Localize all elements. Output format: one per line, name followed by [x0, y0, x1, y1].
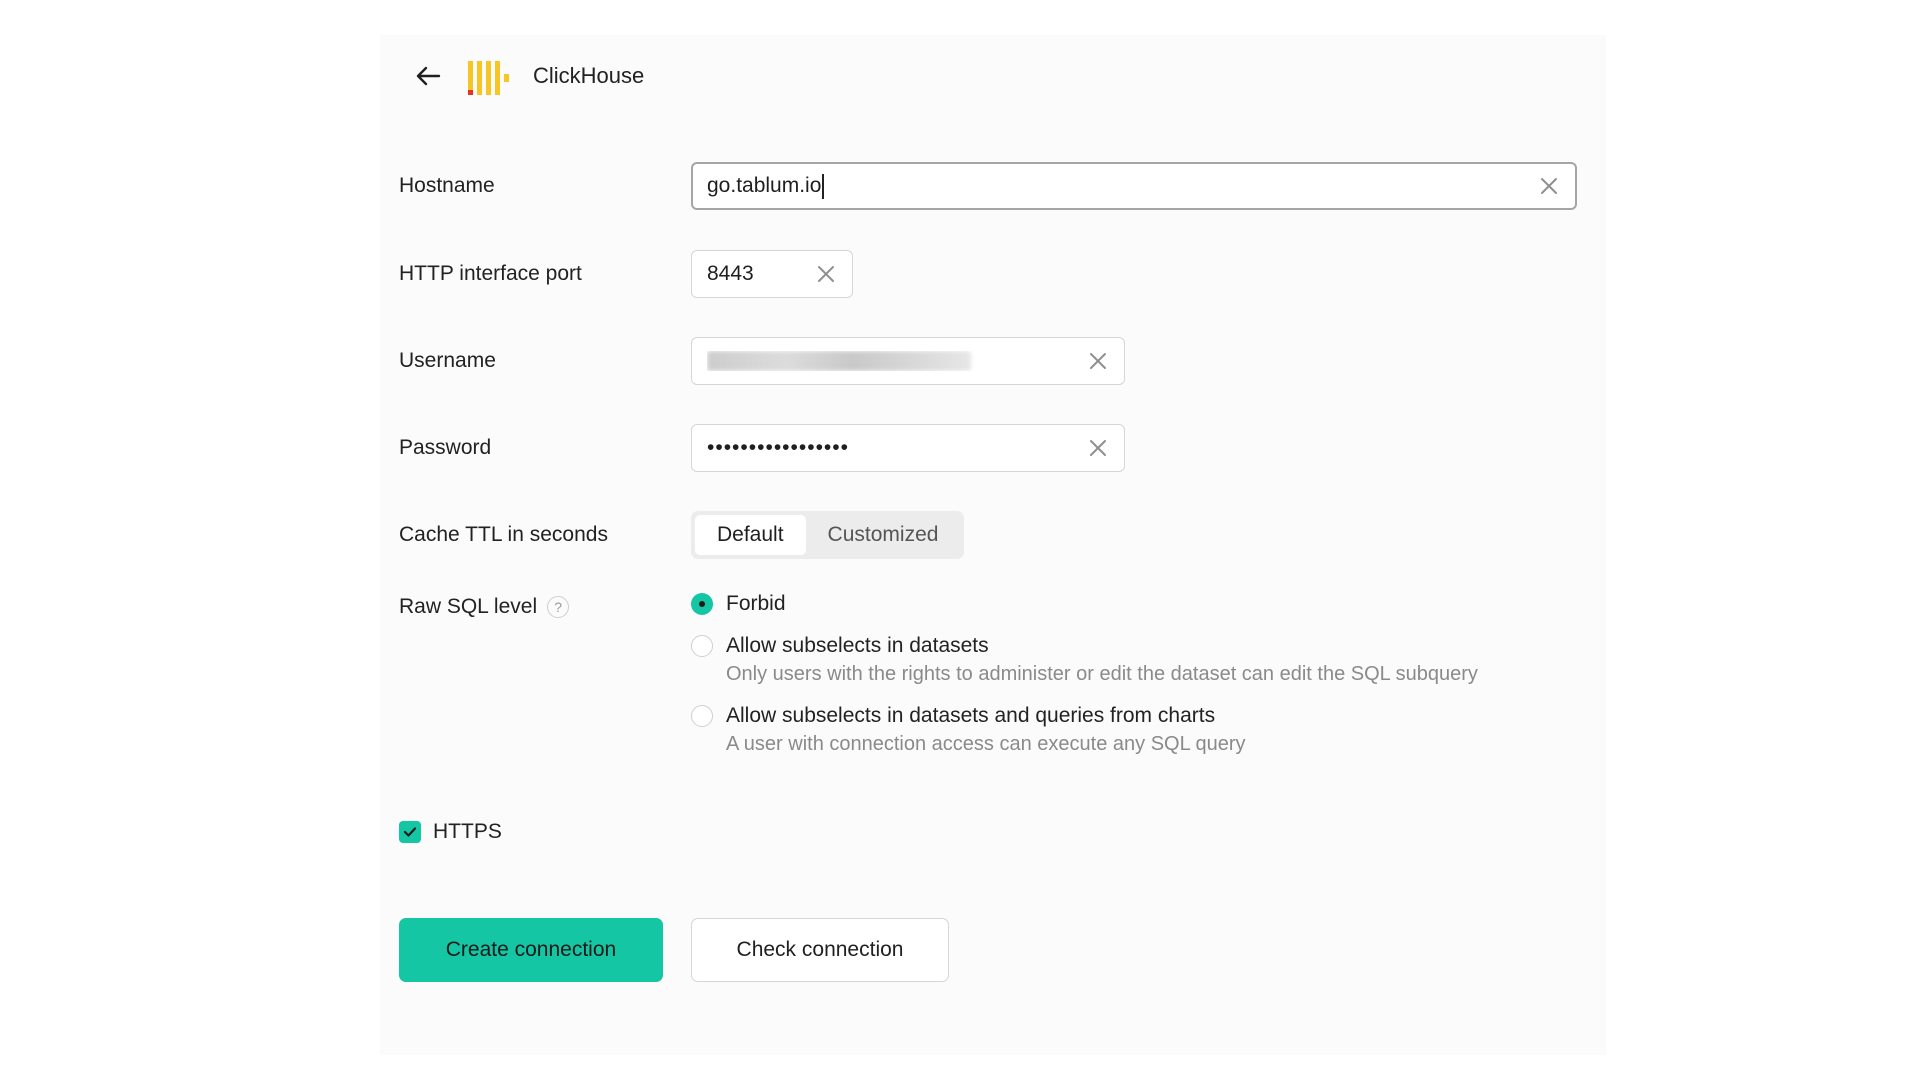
checkmark-icon: [403, 827, 417, 837]
https-label: HTTPS: [433, 820, 502, 843]
raw-sql-option-subselects[interactable]: Allow subselects in datasets Only users …: [691, 632, 1556, 688]
hostname-label: Hostname: [399, 174, 495, 197]
cache-ttl-label: Cache TTL in seconds: [399, 523, 608, 546]
hostname-input[interactable]: go.tablum.io: [691, 162, 1577, 210]
radio-option-description: A user with connection access can execut…: [726, 733, 1246, 755]
password-clear-button[interactable]: [1084, 434, 1112, 462]
raw-sql-option-subselects-and-charts[interactable]: Allow subselects in datasets and queries…: [691, 702, 1556, 758]
radio-unchecked-icon[interactable]: [691, 635, 713, 657]
port-label: HTTP interface port: [399, 262, 582, 285]
help-icon[interactable]: ?: [547, 596, 570, 618]
username-redacted-value: [707, 351, 971, 371]
raw-sql-label-text: Raw SQL level: [399, 595, 538, 618]
radio-option-title: Allow subselects in datasets: [726, 634, 989, 657]
brand-name: ClickHouse: [533, 63, 645, 88]
raw-sql-label: Raw SQL level ?: [399, 595, 691, 619]
port-clear-button[interactable]: [812, 260, 840, 288]
raw-sql-row: Raw SQL level ?: [399, 595, 691, 619]
cache-ttl-customized-option[interactable]: Customized: [806, 515, 961, 555]
hostname-value: go.tablum.io: [707, 173, 822, 197]
raw-sql-radio-group: Forbid Allow subselects in datasets Only…: [691, 590, 1556, 772]
close-icon: [1541, 178, 1557, 194]
create-connection-button[interactable]: Create connection: [399, 918, 663, 982]
check-connection-button[interactable]: Check connection: [691, 918, 949, 982]
clickhouse-logo-icon: [468, 57, 509, 95]
username-label: Username: [399, 349, 496, 372]
password-value: •••••••••••••••••: [707, 436, 849, 459]
radio-option-description: Only users with the rights to administer…: [726, 663, 1478, 685]
port-row: HTTP interface port 8443: [399, 250, 853, 298]
radio-checked-icon[interactable]: [691, 593, 713, 615]
hostname-clear-button[interactable]: [1535, 172, 1563, 200]
raw-sql-option-forbid[interactable]: Forbid: [691, 590, 1556, 618]
arrow-left-icon: [416, 66, 441, 86]
username-clear-button[interactable]: [1084, 347, 1112, 375]
password-label: Password: [399, 436, 492, 459]
back-button[interactable]: [410, 58, 446, 94]
close-icon: [818, 266, 834, 282]
radio-option-title: Allow subselects in datasets and queries…: [726, 704, 1216, 727]
cache-ttl-toggle: Default Customized: [691, 511, 965, 559]
password-input[interactable]: •••••••••••••••••: [691, 424, 1125, 472]
radio-unchecked-icon[interactable]: [691, 705, 713, 727]
https-checkbox-row[interactable]: HTTPS: [399, 820, 502, 844]
text-caret: [822, 173, 825, 199]
cache-ttl-default-option[interactable]: Default: [695, 515, 806, 555]
hostname-row: Hostname go.tablum.io: [399, 162, 1577, 210]
password-row: Password •••••••••••••••••: [399, 424, 1125, 472]
username-row: Username: [399, 337, 1125, 385]
radio-option-title: Forbid: [726, 592, 786, 615]
https-checkbox[interactable]: [399, 821, 421, 843]
page-header: ClickHouse: [410, 54, 644, 98]
close-icon: [1090, 440, 1106, 456]
port-value: 8443: [707, 262, 754, 285]
close-icon: [1090, 353, 1106, 369]
username-input[interactable]: [691, 337, 1125, 385]
cache-ttl-row: Cache TTL in seconds Default Customized: [399, 511, 965, 559]
port-input[interactable]: 8443: [691, 250, 853, 298]
